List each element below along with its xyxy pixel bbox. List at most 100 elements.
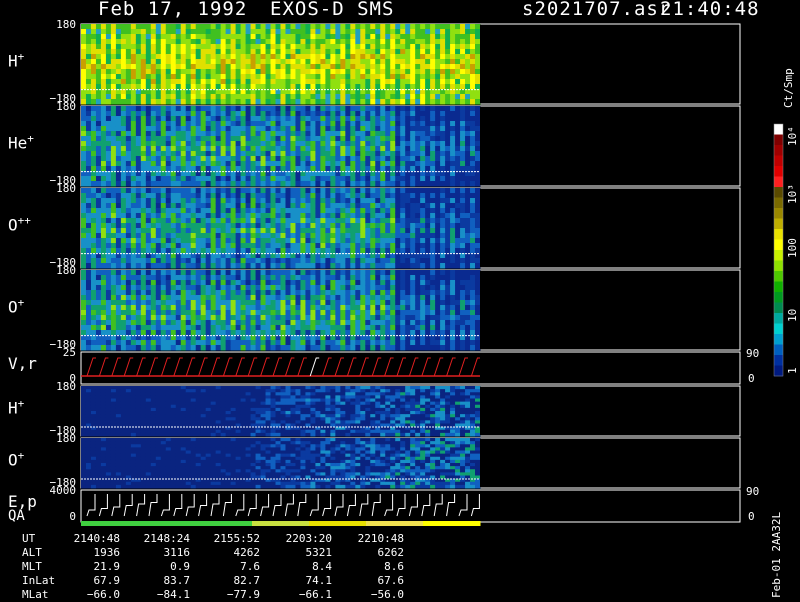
spectrogram-cell xyxy=(256,54,261,60)
spectrogram-cell xyxy=(221,121,226,127)
spectrogram-cell xyxy=(276,166,281,172)
spectrogram-cell xyxy=(131,340,136,346)
spectrogram-cell xyxy=(171,243,176,249)
spectrogram-cell xyxy=(86,34,91,40)
spectrogram-cell xyxy=(121,59,126,65)
spectrogram-cell xyxy=(320,106,325,112)
spectrogram-cell xyxy=(325,248,330,254)
spectrogram-cell xyxy=(186,156,191,162)
spectrogram-cell xyxy=(246,126,251,132)
spectrogram-cell xyxy=(221,49,226,55)
spectrogram-cell xyxy=(405,74,410,80)
spectrogram-cell xyxy=(365,310,370,316)
spectrogram-cell xyxy=(171,121,176,127)
spectrogram-cell xyxy=(405,146,410,152)
spectrogram-cell xyxy=(435,146,440,152)
spectrogram-cell xyxy=(360,198,365,204)
spectrogram-cell xyxy=(390,156,395,162)
spectrogram-cell xyxy=(305,59,310,65)
spectrogram-cell xyxy=(405,44,410,50)
spectrogram-cell xyxy=(221,106,226,112)
spectrogram-cell xyxy=(320,69,325,75)
spectrogram-cell xyxy=(395,228,400,234)
spectrogram-cell xyxy=(101,248,106,254)
spectrogram-cell xyxy=(425,121,430,127)
spectrogram-cell xyxy=(181,345,186,351)
spectrogram-cell xyxy=(450,233,455,239)
spectrogram-cell xyxy=(420,79,425,85)
spectrogram-cell xyxy=(395,99,400,105)
spectrogram-cell xyxy=(146,44,151,50)
spectrogram-cell xyxy=(435,156,440,162)
spectrogram-cell xyxy=(290,136,295,142)
spectrogram-cell xyxy=(281,99,286,105)
spectrogram-cell xyxy=(295,24,300,30)
spectrogram-cell xyxy=(350,161,355,167)
spectrogram-cell xyxy=(305,74,310,80)
spectrogram-cell xyxy=(430,106,435,112)
spectrogram-cell xyxy=(246,258,251,264)
spectrogram-cell xyxy=(271,126,276,132)
spectrogram-cell xyxy=(445,29,450,35)
spectrogram-cell xyxy=(395,59,400,65)
spectrogram-cell xyxy=(435,285,440,291)
spectrogram-cell xyxy=(251,146,256,152)
spectrogram-cell xyxy=(425,161,430,167)
spectrogram-cell xyxy=(281,290,286,296)
spectrogram-cell xyxy=(340,116,345,122)
spectrogram-cell xyxy=(400,74,405,80)
spectrogram-cell xyxy=(266,233,271,239)
spectrogram-cell xyxy=(310,198,315,204)
spectrogram-cell xyxy=(246,208,251,214)
spectrogram-cell xyxy=(226,141,231,147)
spectrogram-cell xyxy=(126,126,131,132)
spectrogram-cell xyxy=(226,49,231,55)
spectrogram-cell xyxy=(191,188,196,194)
spectrogram-cell xyxy=(465,39,470,45)
spectrogram-cell xyxy=(196,49,201,55)
spectrogram-cell xyxy=(430,305,435,311)
spectrogram-cell xyxy=(81,198,86,204)
spectrogram-cell xyxy=(470,141,475,147)
spectrogram-cell xyxy=(400,94,405,100)
spectrogram-cell xyxy=(251,275,256,281)
spectrogram-cell xyxy=(465,126,470,132)
spectrogram-cell xyxy=(241,188,246,194)
spectrogram-cell xyxy=(176,126,181,132)
spectrogram-cell xyxy=(355,320,360,326)
spectrogram-cell xyxy=(335,228,340,234)
spectrogram-cell xyxy=(191,233,196,239)
spectrogram-cell xyxy=(191,156,196,162)
spectrogram-cell xyxy=(146,218,151,224)
spectrogram-cell xyxy=(116,59,121,65)
spectrogram-cell xyxy=(320,64,325,70)
spectrogram-cell xyxy=(106,285,111,291)
spectrogram-cell xyxy=(390,325,395,331)
spectrogram-cell xyxy=(101,193,106,199)
spectrogram-cell xyxy=(465,161,470,167)
spectrogram-cell xyxy=(400,340,405,346)
spectrogram-cell xyxy=(375,44,380,50)
spectrogram-cell xyxy=(365,295,370,301)
spectrogram-cell xyxy=(136,141,141,147)
spectrogram-cell xyxy=(116,188,121,194)
spectrogram-cell xyxy=(206,39,211,45)
spectrogram-cell xyxy=(251,94,256,100)
spectrogram-cell xyxy=(261,310,266,316)
spectrogram-cell xyxy=(201,29,206,35)
spectrogram-cell xyxy=(290,280,295,286)
spectrogram-cell xyxy=(350,213,355,219)
spectrogram-cell xyxy=(470,44,475,50)
spectrogram-cell xyxy=(385,69,390,75)
spectrogram-cell xyxy=(91,243,96,249)
spectrogram-cell xyxy=(375,305,380,311)
spectrogram-cell xyxy=(370,49,375,55)
spectrogram-cell xyxy=(256,198,261,204)
spectrogram-cell xyxy=(350,203,355,209)
spectrogram-cell xyxy=(86,79,91,85)
spectrogram-cell xyxy=(136,151,141,157)
spectrogram-cell xyxy=(475,193,480,199)
spectrogram-cell xyxy=(345,208,350,214)
spectrogram-cell xyxy=(111,275,116,281)
spectrogram-cell xyxy=(360,208,365,214)
